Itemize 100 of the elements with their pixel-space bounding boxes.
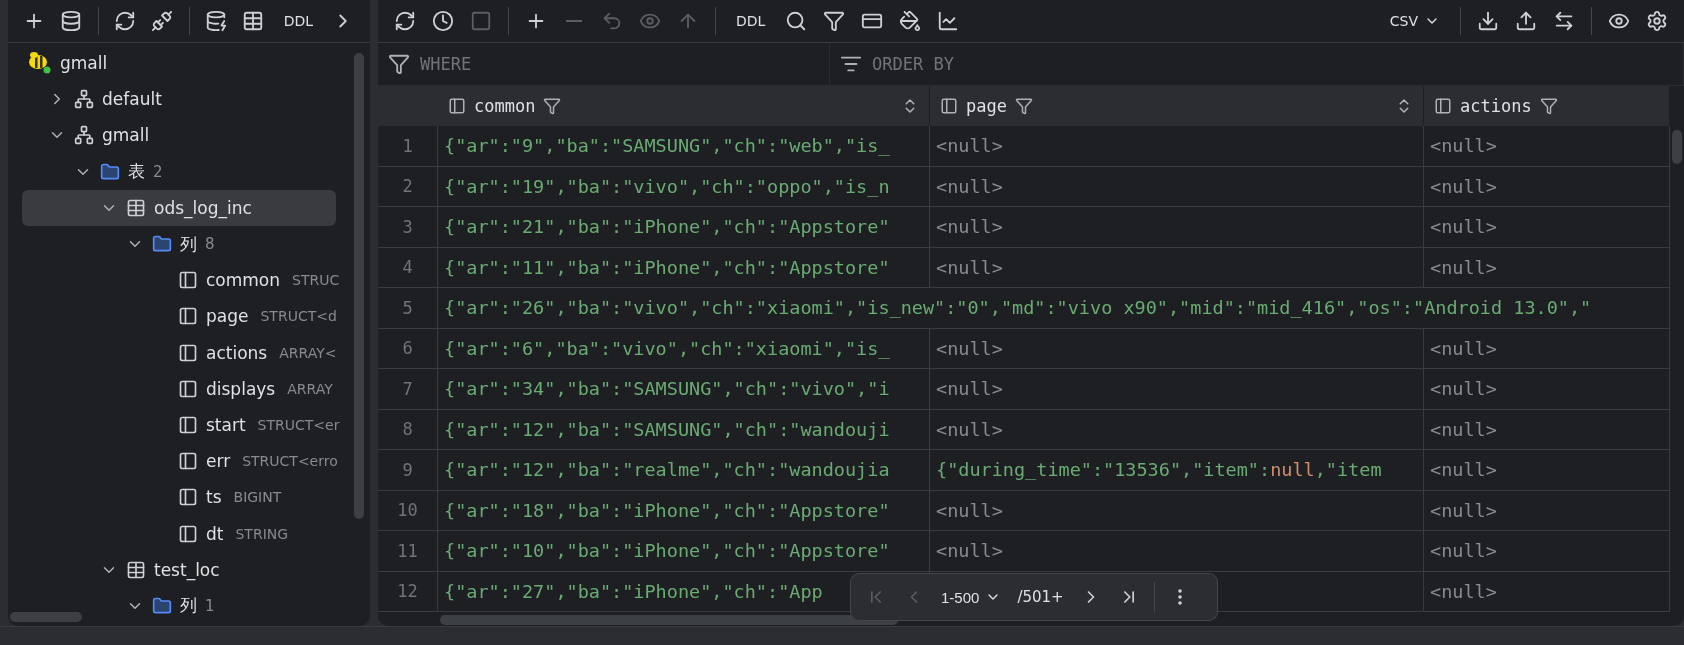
minus-icon <box>566 20 582 22</box>
tree-item[interactable]: ods_log_inc <box>22 189 336 226</box>
filter-icon <box>388 53 410 75</box>
filter-icon <box>543 97 562 115</box>
scrollbar-thumb[interactable] <box>440 615 898 625</box>
column-icon <box>178 306 198 327</box>
column-type: STRING <box>235 525 289 542</box>
row-number: 11 <box>378 531 438 572</box>
row-number: 12 <box>378 571 438 612</box>
table-cell: <null> <box>930 207 1424 248</box>
tree-item[interactable]: gmall <box>22 117 336 154</box>
table-cell: <null> <box>1424 490 1670 531</box>
where-input[interactable]: WHERE <box>418 53 819 75</box>
row-number: 5 <box>378 288 438 329</box>
scrollbar-thumb[interactable] <box>354 53 364 519</box>
ddl-button[interactable]: DDL <box>273 9 323 33</box>
column-header[interactable]: actions <box>1424 86 1670 126</box>
table-cell: {"ar":"21","ba":"iPhone","ch":"Appstore" <box>438 207 930 248</box>
table-cell: <null> <box>930 166 1424 207</box>
order-by-field[interactable]: ORDER BY <box>830 43 1684 85</box>
tree-item[interactable]: 表 2 <box>22 153 336 190</box>
item-count: 8 <box>205 235 215 254</box>
where-field[interactable]: WHERE <box>378 43 830 85</box>
settings-icon <box>1646 10 1668 32</box>
table-cell: {"ar":"9","ba":"SAMSUNG","ch":"web","is_ <box>438 126 930 167</box>
column-icon <box>940 97 958 115</box>
column-icon <box>178 451 198 472</box>
column-icon <box>1434 97 1452 115</box>
ddl-button[interactable]: DDL <box>726 9 776 33</box>
line-chart-icon <box>937 10 960 32</box>
column-icon <box>178 378 198 399</box>
column-icon <box>178 270 198 291</box>
column-icon <box>178 523 198 544</box>
column-icon <box>178 342 198 363</box>
table-cell: <null> <box>1424 369 1670 410</box>
tree-item[interactable]: default <box>22 81 336 118</box>
bee-icon <box>26 51 52 76</box>
folder-icon <box>100 161 120 182</box>
column-header[interactable]: page <box>930 86 1424 126</box>
page-range-dropdown[interactable]: 1-500 <box>935 588 1008 606</box>
column-type: BIGINT <box>233 489 282 506</box>
table-cell: <null> <box>930 369 1424 410</box>
tree-item[interactable]: displays ARRAY <box>22 370 336 407</box>
table-cell: <null> <box>1424 450 1670 491</box>
filter-icon <box>1014 97 1033 115</box>
table-cell: {"ar":"10","ba":"iPhone","ch":"Appstore" <box>438 531 930 572</box>
row-number: 10 <box>378 490 438 531</box>
tree-item[interactable]: gmall <box>22 45 336 82</box>
tree-item[interactable]: ts BIGINT <box>22 479 336 516</box>
scrollbar-thumb[interactable] <box>10 612 82 623</box>
table-cell: <null> <box>930 247 1424 288</box>
total-count: /501+ <box>1016 588 1065 606</box>
folder-icon <box>152 595 172 616</box>
item-count: 1 <box>205 596 215 615</box>
upload-icon <box>1515 10 1537 32</box>
scrollbar-thumb[interactable] <box>1672 130 1682 164</box>
tree-item[interactable]: err STRUCT<erro <box>22 443 336 480</box>
table-cell: {"ar":"11","ba":"iPhone","ch":"Appstore" <box>438 247 930 288</box>
row-number: 3 <box>378 207 438 248</box>
table-icon <box>242 10 265 32</box>
compare-arrows-icon <box>1553 10 1575 32</box>
table-cell: {"ar":"18","ba":"iPhone","ch":"Appstore" <box>438 490 930 531</box>
tree-item[interactable]: page STRUCT<d <box>22 298 336 335</box>
column-icon <box>448 97 466 115</box>
table-cell: {"ar":"34","ba":"SAMSUNG","ch":"vivo","i <box>438 369 930 410</box>
table-cell: <null> <box>930 328 1424 369</box>
tree-item[interactable]: dt STRING <box>22 515 336 552</box>
column-type: STRUCT<er <box>257 416 340 433</box>
table-cell: {"ar":"12","ba":"SAMSUNG","ch":"wandouji <box>438 409 930 450</box>
column-header[interactable]: common <box>438 86 930 126</box>
column-type: STRUC <box>292 272 340 289</box>
tree-item[interactable]: test_loc <box>22 551 336 588</box>
filter-icon <box>1539 97 1558 115</box>
table-cell: {"during_time":"13536","item":null,"item <box>930 450 1424 491</box>
more-icon <box>1177 589 1182 605</box>
table-icon <box>126 197 146 218</box>
table-cell: <null> <box>1424 571 1670 612</box>
tree-item[interactable]: 列 8 <box>22 225 336 263</box>
format-dropdown[interactable]: CSV <box>1379 9 1450 33</box>
table-cell: <null> <box>930 531 1424 572</box>
refresh-icon <box>114 10 137 32</box>
row-number: 1 <box>378 126 438 167</box>
column-icon <box>178 487 198 508</box>
stop-icon <box>470 10 492 32</box>
clock-icon <box>432 10 454 32</box>
row-number: 7 <box>378 369 438 410</box>
column-icon <box>178 414 198 435</box>
order-by-input[interactable]: ORDER BY <box>870 53 1673 75</box>
column-type: STRUCT<d <box>260 308 337 325</box>
search-icon <box>785 10 808 32</box>
table-cell: <null> <box>1424 126 1670 167</box>
schema-icon <box>74 89 94 110</box>
tree-item[interactable]: 列 1 <box>22 587 336 624</box>
tree-item[interactable]: actions ARRAY< <box>22 334 336 371</box>
refresh-icon <box>394 10 416 32</box>
download-icon <box>1477 10 1499 32</box>
table-cell: <null> <box>1424 531 1670 572</box>
row-number: 6 <box>378 328 438 369</box>
table-icon <box>126 559 146 580</box>
column-type: STRUCT<erro <box>242 453 338 470</box>
